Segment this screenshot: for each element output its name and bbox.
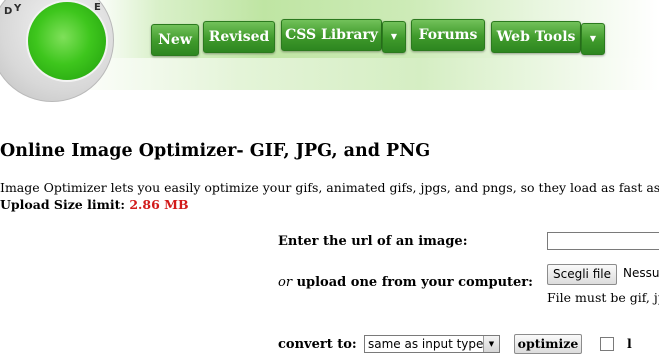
url-input[interactable]	[547, 232, 659, 250]
site-logo[interactable]: D Y E	[0, 0, 114, 102]
web-tools-dropdown-icon[interactable]: ▼	[581, 23, 605, 55]
nav-forums-button[interactable]: Forums	[411, 19, 485, 51]
upload-label-row: or upload one from your computer:	[278, 275, 533, 290]
page-title: Online Image Optimizer- GIF, JPG, and PN…	[0, 141, 431, 161]
option-checkbox[interactable]	[600, 337, 614, 351]
file-status-text: Nessu	[623, 266, 659, 280]
convert-selected-value: same as input type	[368, 337, 484, 351]
optimize-button[interactable]: optimize	[514, 334, 582, 354]
file-type-note: File must be gif, jp	[547, 290, 659, 305]
upload-or-text: or	[278, 275, 293, 290]
upload-limit-label: Upload Size limit:	[0, 197, 125, 212]
option-checkbox-label: l	[627, 336, 632, 351]
header-banner-lower	[60, 58, 659, 90]
upload-limit-value: 2.86 MB	[129, 197, 189, 212]
nav-web-tools-button[interactable]: Web Tools	[491, 21, 581, 53]
upload-limit: Upload Size limit: 2.86 MB	[0, 197, 189, 212]
css-library-dropdown-icon[interactable]: ▼	[382, 21, 406, 53]
nav-css-library-button[interactable]: CSS Library	[281, 19, 382, 51]
convert-format-select[interactable]: same as input type ▼	[364, 335, 500, 353]
convert-label: convert to:	[278, 337, 357, 352]
nav-revised-button[interactable]: Revised	[203, 21, 275, 53]
intro-text: Image Optimizer lets you easily optimize…	[0, 180, 659, 195]
choose-file-button[interactable]: Scegli file	[547, 264, 617, 285]
url-label: Enter the url of an image:	[278, 234, 468, 249]
nav-new-button[interactable]: New	[151, 24, 199, 56]
upload-label: upload one from your computer:	[296, 275, 533, 290]
chevron-down-icon: ▼	[483, 336, 499, 352]
logo-lettering: D Y E	[4, 2, 101, 17]
